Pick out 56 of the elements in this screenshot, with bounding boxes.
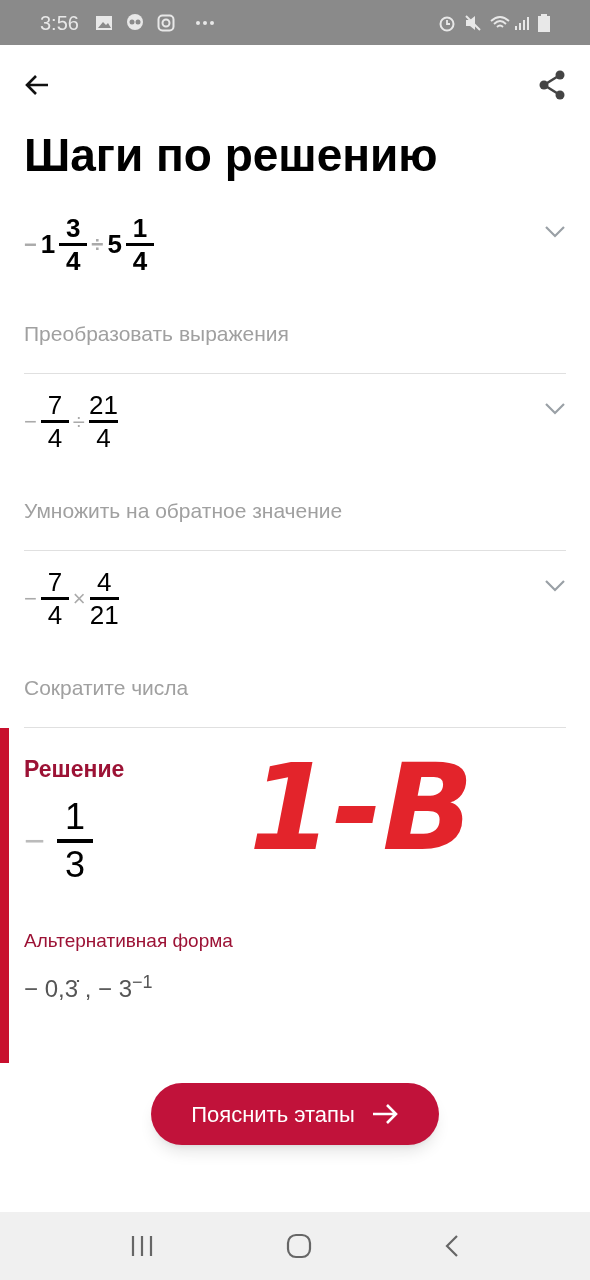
minus-sign: −	[24, 818, 46, 863]
back-arrow-icon[interactable]	[24, 74, 50, 96]
fraction-bar	[40, 420, 69, 423]
minus-sign: −	[24, 585, 37, 613]
fraction-bar	[125, 243, 154, 246]
alternative-form-heading: Альтернативная форма	[24, 928, 234, 953]
numerator: 21	[88, 390, 118, 420]
camera-icon	[156, 13, 175, 32]
recent-apps-icon[interactable]	[130, 1235, 154, 1257]
signal-icon	[514, 14, 530, 31]
fraction-bar	[57, 838, 94, 843]
numerator: 3	[66, 213, 81, 243]
numerator: 4	[96, 567, 112, 597]
number: 5	[107, 228, 122, 261]
step-description: Сократите числа	[24, 674, 190, 701]
share-icon[interactable]	[538, 70, 566, 100]
step-description: Умножить на обратное значение	[24, 497, 344, 524]
handwritten-annotation: 1-В	[249, 748, 474, 868]
home-icon[interactable]	[286, 1233, 312, 1259]
arrow-right-icon	[370, 1103, 399, 1125]
image-icon	[94, 14, 113, 31]
numerator: 7	[47, 390, 63, 420]
minus-sign: −	[24, 408, 37, 436]
fraction-bar	[40, 597, 69, 600]
fraction-bar	[59, 243, 88, 246]
battery-icon	[538, 13, 550, 32]
solution-heading: Решение	[24, 755, 126, 784]
step-description: Преобразовать выражения	[24, 320, 290, 347]
operator: ×	[72, 585, 86, 613]
back-icon[interactable]	[444, 1234, 460, 1258]
denominator: 21	[89, 600, 119, 630]
chevron-icon[interactable]	[544, 402, 566, 416]
fraction-bar	[88, 420, 118, 423]
mute-icon	[464, 13, 482, 32]
number: 1	[40, 228, 56, 261]
denominator: 4	[66, 246, 81, 276]
denominator: 3	[65, 842, 86, 887]
numerator: 7	[47, 567, 63, 597]
page-title: Шаги по решению	[23, 128, 439, 183]
fraction-bar	[89, 597, 119, 600]
operator: ÷	[91, 231, 104, 259]
numerator: 1	[65, 794, 86, 839]
more-icon	[194, 19, 215, 26]
alternative-form-value: − 0,3̇ , − 3$^{−1}$	[24, 971, 154, 1004]
denominator: 4	[132, 246, 148, 276]
explain-steps-button[interactable]: Пояснить этапы	[151, 1083, 439, 1145]
chevron-icon[interactable]	[544, 579, 566, 593]
skull-icon	[124, 12, 145, 33]
denominator: 4	[96, 423, 111, 453]
denominator: 4	[47, 600, 63, 630]
numerator: 1	[132, 213, 148, 243]
minus-sign: −	[24, 231, 37, 259]
chevron-icon[interactable]	[544, 225, 566, 239]
denominator: 4	[47, 423, 63, 453]
clock: 3:56	[40, 10, 79, 36]
operator: ÷	[72, 408, 85, 436]
